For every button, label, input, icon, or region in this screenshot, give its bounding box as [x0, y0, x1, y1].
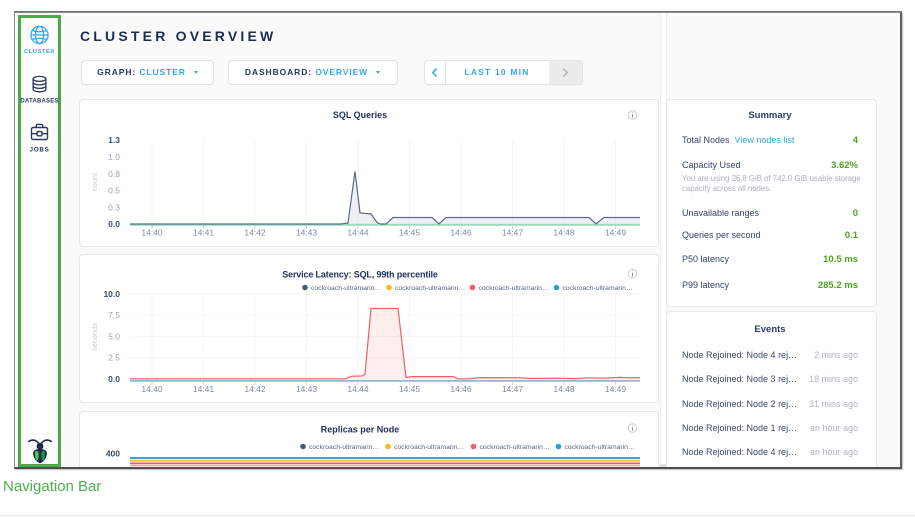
svg-text:14:49: 14:49 [605, 384, 627, 394]
svg-text:cockroach-ultramarin…: cockroach-ultramarin… [480, 444, 550, 451]
svg-text:cockroach-ultramarin…: cockroach-ultramarin… [479, 285, 549, 292]
svg-text:0.3: 0.3 [108, 202, 120, 212]
svg-text:1.3: 1.3 [108, 135, 120, 145]
svg-text:Replicas per Node: Replicas per Node [321, 425, 400, 435]
svg-text:0.5: 0.5 [108, 186, 120, 196]
svg-text:2.5: 2.5 [108, 353, 120, 363]
svg-text:0.8: 0.8 [108, 169, 120, 179]
svg-text:14:42: 14:42 [244, 384, 266, 394]
svg-text:cockroach-ultramarin…: cockroach-ultramarin… [395, 285, 465, 292]
svg-text:14:45: 14:45 [399, 384, 421, 394]
svg-text:14:43: 14:43 [296, 384, 318, 394]
svg-text:14:46: 14:46 [450, 384, 472, 394]
svg-text:SQL Queries: SQL Queries [333, 110, 387, 120]
svg-text:14:41: 14:41 [193, 384, 215, 394]
svg-text:10.0: 10.0 [103, 289, 120, 299]
svg-text:cockroach-ultramarin…: cockroach-ultramarin… [394, 444, 464, 451]
svg-text:14:47: 14:47 [502, 384, 524, 394]
svg-text:CLUSTER: CLUSTER [24, 49, 56, 55]
svg-text:JOBS: JOBS [30, 147, 50, 154]
svg-text:cockroach-ultramarin…: cockroach-ultramarin… [565, 444, 635, 451]
svg-text:cockroach-ultramarin…: cockroach-ultramarin… [309, 444, 379, 451]
svg-text:14:48: 14:48 [553, 384, 575, 394]
svg-text:count: count [90, 172, 99, 191]
svg-text:7.5: 7.5 [108, 310, 120, 320]
svg-text:14:44: 14:44 [347, 384, 369, 394]
svg-text:1.0: 1.0 [108, 152, 120, 162]
svg-text:14:40: 14:40 [141, 384, 163, 394]
svg-text:5.0: 5.0 [108, 331, 120, 341]
svg-text:400: 400 [106, 449, 120, 459]
svg-text:seconds: seconds [90, 323, 99, 351]
svg-text:cockroach-ultramarin…: cockroach-ultramarin… [563, 285, 633, 292]
svg-text:Service Latency: SQL, 99th per: Service Latency: SQL, 99th percentile [282, 270, 438, 280]
svg-text:DATABASES: DATABASES [20, 99, 58, 105]
svg-text:0.0: 0.0 [108, 219, 120, 229]
svg-text:cockroach-ultramarin…: cockroach-ultramarin… [311, 285, 381, 292]
svg-text:0.0: 0.0 [108, 374, 120, 384]
